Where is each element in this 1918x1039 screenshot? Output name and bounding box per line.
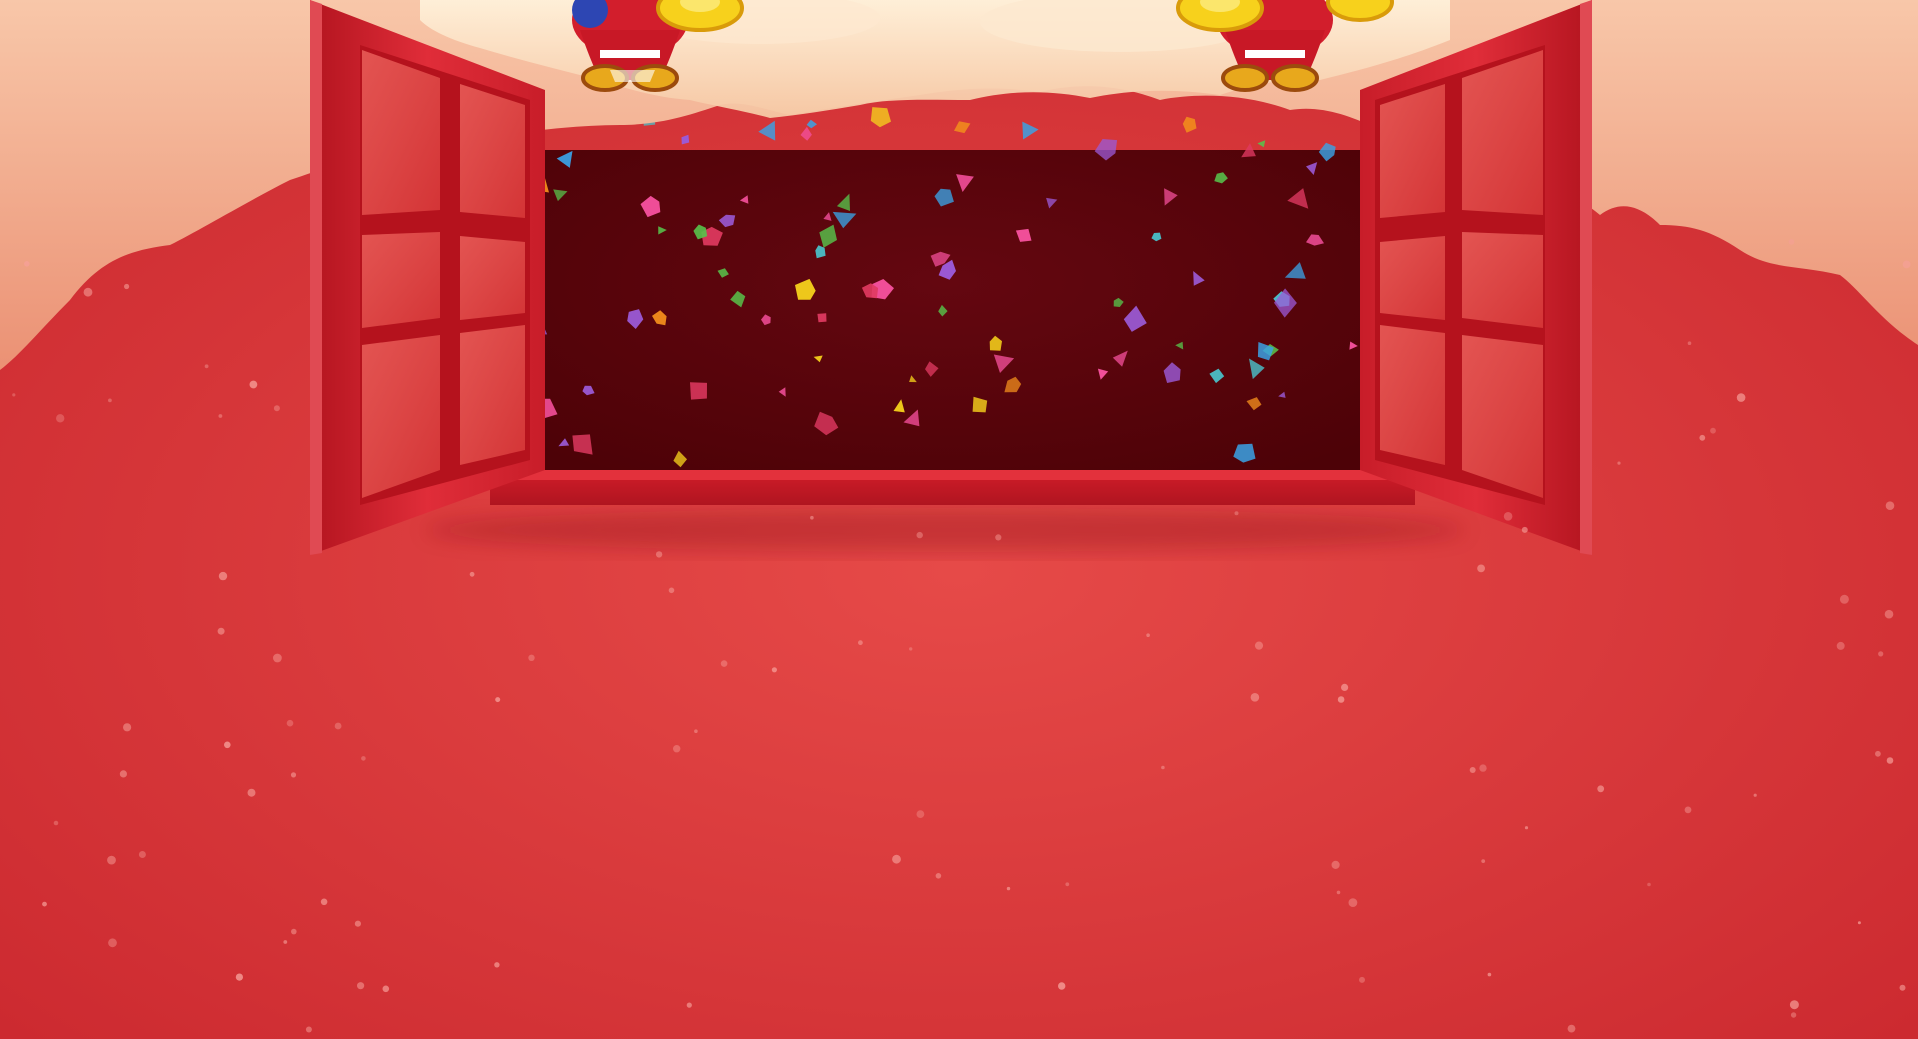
gold-ingot-icon <box>1326 0 1394 22</box>
festive-window-scene <box>0 0 1918 1039</box>
gold-ingot-icon <box>1176 0 1264 32</box>
open-window-icon <box>1360 0 1592 555</box>
gold-ingot-icon <box>656 0 744 32</box>
open-window-icon <box>310 0 545 555</box>
